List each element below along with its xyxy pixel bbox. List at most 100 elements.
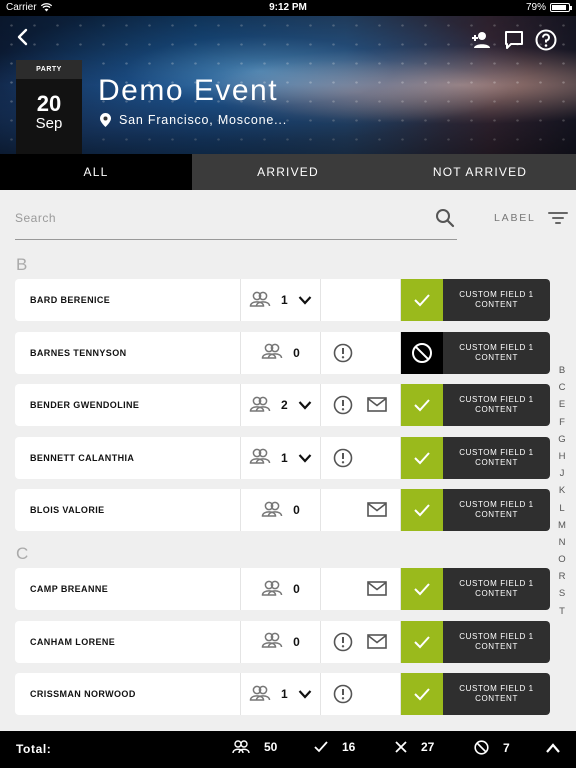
filter-tabs: ALL ARRIVED NOT ARRIVED: [0, 154, 576, 190]
index-letter[interactable]: R: [555, 568, 569, 585]
alert-icon[interactable]: [333, 448, 353, 468]
guest-count[interactable]: 1: [241, 279, 321, 321]
total-not-arrived-count: 27: [421, 740, 435, 754]
back-arrow-icon[interactable]: [12, 26, 34, 48]
checkin-button[interactable]: [401, 620, 443, 663]
check-icon: [414, 504, 430, 517]
total-guests: 50: [232, 740, 277, 754]
guest-row[interactable]: BENDER GWENDOLINE 2 CUSTOM FIELD 1 CONTENT: [15, 384, 550, 426]
alert-icon[interactable]: [333, 395, 353, 415]
index-letter[interactable]: K: [555, 482, 569, 499]
guest-name[interactable]: CRISSMAN NORWOOD: [15, 673, 241, 715]
tab-all[interactable]: ALL: [0, 154, 192, 190]
total-arrived: 16: [314, 740, 355, 754]
total-guests-count: 50: [264, 740, 278, 754]
guest-row[interactable]: BENNETT CALANTHIA 1 CUSTOM FIELD 1 CONTENT: [15, 436, 550, 479]
people-icon: [261, 580, 283, 596]
people-icon: [249, 291, 271, 307]
chevron-down-icon[interactable]: [298, 689, 312, 699]
label-filter-text: LABEL: [494, 212, 536, 224]
guest-count[interactable]: 1: [241, 673, 321, 715]
check-icon: [414, 635, 430, 648]
custom-field: CUSTOM FIELD 1 CONTENT: [443, 620, 550, 663]
total-declined-count: 7: [503, 740, 510, 755]
checkin-button[interactable]: [401, 436, 443, 479]
people-icon: [261, 501, 283, 517]
help-icon[interactable]: [534, 28, 558, 52]
guest-row[interactable]: BLOIS VALORIE 0 CUSTOM FIELD 1 CONTENT: [15, 489, 550, 531]
chevron-down-icon[interactable]: [298, 295, 312, 305]
chevron-down-icon[interactable]: [298, 400, 312, 410]
chevron-up-icon[interactable]: [545, 742, 561, 754]
checkin-button[interactable]: [401, 673, 443, 715]
chevron-down-icon[interactable]: [298, 453, 312, 463]
declined-button[interactable]: [401, 331, 443, 374]
checkin-button[interactable]: [401, 568, 443, 610]
guest-row[interactable]: CANHAM LORENE 0 CUSTOM FIELD 1 CONTENT: [15, 620, 550, 663]
guest-name[interactable]: BLOIS VALORIE: [15, 489, 241, 531]
guest-count: 0: [241, 568, 321, 610]
index-letter[interactable]: C: [555, 379, 569, 396]
event-date-card: PARTY 20 Sep: [16, 60, 82, 154]
cross-icon: [395, 741, 407, 753]
mail-icon[interactable]: [367, 633, 387, 649]
mail-icon[interactable]: [367, 502, 387, 517]
tab-arrived[interactable]: ARRIVED: [192, 154, 384, 190]
mail-icon[interactable]: [367, 397, 387, 412]
index-letter[interactable]: F: [555, 414, 569, 431]
custom-field: CUSTOM FIELD 1 CONTENT: [443, 384, 550, 426]
guest-count[interactable]: 2: [241, 384, 321, 426]
index-letter[interactable]: H: [555, 448, 569, 465]
index-letter[interactable]: S: [555, 585, 569, 602]
index-letter[interactable]: G: [555, 431, 569, 448]
index-letter[interactable]: T: [555, 603, 569, 620]
check-icon: [414, 399, 430, 412]
index-letter[interactable]: E: [555, 396, 569, 413]
guest-name[interactable]: BENDER GWENDOLINE: [15, 384, 241, 426]
people-icon: [261, 632, 283, 648]
guest-name[interactable]: CAMP BREANNE: [15, 568, 241, 610]
people-icon-wrap: [249, 685, 271, 704]
guest-row[interactable]: CAMP BREANNE 0 CUSTOM FIELD 1 CONTENT: [15, 568, 550, 610]
index-letter[interactable]: J: [555, 465, 569, 482]
checkin-button[interactable]: [401, 489, 443, 531]
search-field[interactable]: Search: [15, 200, 457, 240]
guest-row[interactable]: BARNES TENNYSON 0 CUSTOM FIELD 1 CONTENT: [15, 331, 550, 374]
alert-icon[interactable]: [333, 632, 353, 652]
tab-not-arrived[interactable]: NOT ARRIVED: [384, 154, 576, 190]
guest-name[interactable]: BARD BERENICE: [15, 279, 241, 321]
guest-count: 0: [241, 620, 321, 663]
add-person-icon[interactable]: [468, 28, 492, 52]
guest-count: 0: [241, 331, 321, 374]
guest-row[interactable]: CRISSMAN NORWOOD 1 CUSTOM FIELD 1 CONTENT: [15, 673, 550, 715]
guest-name[interactable]: BENNETT CALANTHIA: [15, 436, 241, 479]
index-letter[interactable]: O: [555, 551, 569, 568]
index-letter[interactable]: B: [555, 362, 569, 379]
guest-count: 0: [241, 489, 321, 531]
index-letter[interactable]: M: [555, 517, 569, 534]
alphabet-index[interactable]: BCEFGHJKLMNORST: [555, 362, 569, 620]
checkin-button[interactable]: [401, 279, 443, 321]
chat-icon[interactable]: [502, 28, 526, 52]
index-letter[interactable]: N: [555, 534, 569, 551]
guest-count[interactable]: 1: [241, 436, 321, 479]
mail-icon[interactable]: [367, 581, 387, 596]
index-letter[interactable]: L: [555, 500, 569, 517]
guest-flags: [321, 489, 401, 531]
people-icon-wrap: [249, 291, 271, 310]
guest-name[interactable]: BARNES TENNYSON: [15, 331, 241, 374]
alert-icon[interactable]: [333, 343, 353, 363]
alert-icon[interactable]: [333, 684, 353, 704]
status-bar: Carrier 9:12 PM 79%: [0, 0, 576, 16]
battery-icon: [550, 3, 572, 12]
event-title: Demo Event: [98, 74, 279, 107]
event-type-tag: PARTY: [16, 60, 82, 79]
label-filter-button[interactable]: LABEL: [494, 211, 568, 225]
checkin-button[interactable]: [401, 384, 443, 426]
guest-count-value: 2: [281, 398, 288, 412]
people-icon-wrap: [249, 448, 271, 467]
guest-name[interactable]: CANHAM LORENE: [15, 620, 241, 663]
custom-field: CUSTOM FIELD 1 CONTENT: [443, 673, 550, 715]
search-icon[interactable]: [435, 208, 455, 228]
guest-row[interactable]: BARD BERENICE 1 CUSTOM FIELD 1 CONTENT: [15, 279, 550, 321]
